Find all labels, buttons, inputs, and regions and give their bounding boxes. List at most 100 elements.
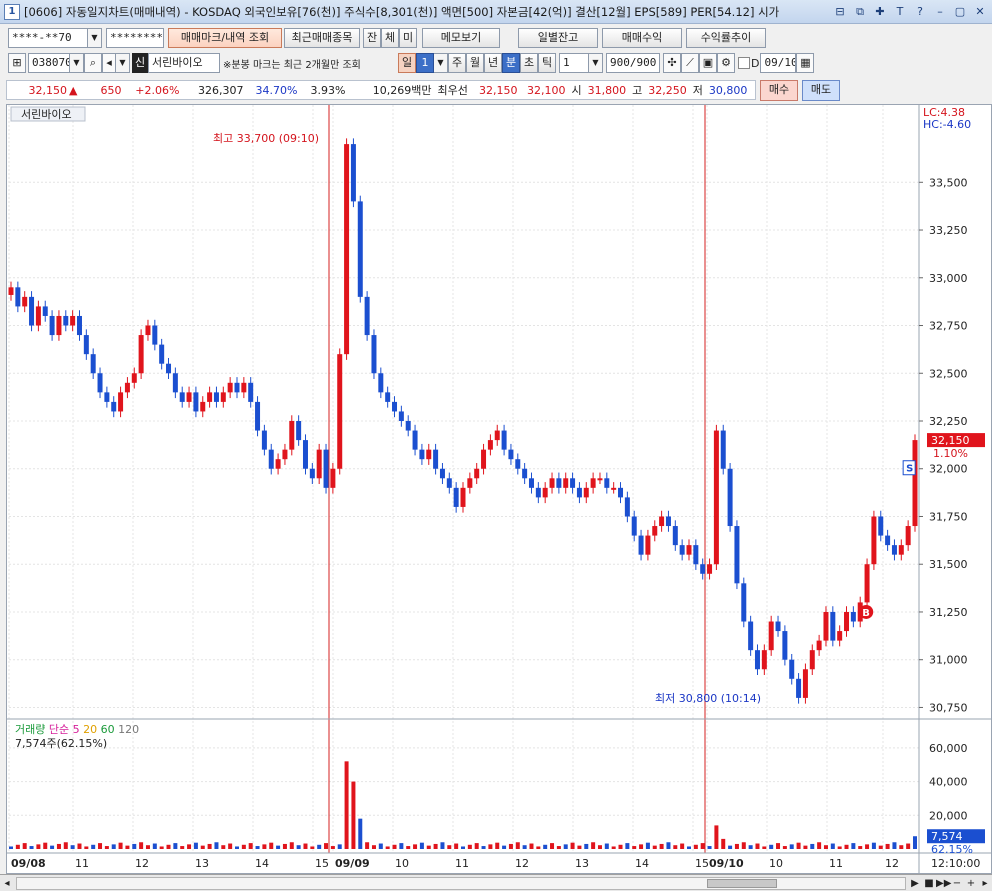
settings-gear-icon[interactable]: ⚙ bbox=[717, 53, 735, 73]
scroll-thumb[interactable] bbox=[707, 878, 777, 888]
price-tick-label: 33,500 bbox=[929, 176, 968, 189]
scroll-left-icon[interactable]: ◂ bbox=[0, 878, 14, 889]
candle-body bbox=[419, 449, 425, 460]
volume-bar bbox=[91, 844, 96, 849]
stop-icon[interactable]: ■ bbox=[922, 878, 936, 889]
volume-bar bbox=[522, 845, 527, 849]
up-arrow-icon: ▲ bbox=[69, 83, 78, 97]
period-month-button[interactable]: 월 bbox=[466, 53, 484, 73]
pin-icon[interactable]: ✚ bbox=[872, 4, 888, 20]
period-tick-button[interactable]: 틱 bbox=[538, 53, 556, 73]
line-tool-icon[interactable]: ⟋ bbox=[681, 53, 699, 73]
volume-bar bbox=[611, 846, 616, 849]
stock-search-icon[interactable]: ⊞ bbox=[8, 53, 26, 73]
crosshair-icon[interactable]: ✣ bbox=[663, 53, 681, 73]
candle-body bbox=[248, 382, 254, 402]
price-chart-svg[interactable]: 거래량 단순 5 20 60 1207,574주(62.15%) 33,5003… bbox=[7, 105, 991, 873]
volume-bar bbox=[22, 843, 27, 849]
minimize-icon[interactable]: – bbox=[932, 4, 948, 20]
unfilled-button[interactable]: 미 bbox=[399, 28, 417, 48]
speaker-icon[interactable]: ◂ bbox=[102, 53, 116, 73]
period-dropdown-icon[interactable]: ▼ bbox=[434, 53, 448, 73]
candle-body bbox=[179, 392, 185, 402]
magnifier-icon[interactable]: ⌕ bbox=[84, 53, 102, 73]
candle-body bbox=[309, 468, 315, 479]
volume-bar bbox=[303, 843, 308, 849]
candle-body bbox=[289, 421, 295, 450]
volume-bar bbox=[830, 843, 835, 849]
buy-marker-label: B bbox=[862, 608, 870, 619]
period-year-button[interactable]: 년 bbox=[484, 53, 502, 73]
scroll-track[interactable] bbox=[16, 876, 906, 890]
text-icon[interactable]: T bbox=[892, 4, 908, 20]
volume-bar bbox=[467, 844, 472, 849]
chart-area[interactable]: 거래량 단순 5 20 60 120 7,574주(62.15%) 33,500 3… bbox=[6, 104, 992, 874]
account-dropdown-icon[interactable]: ▼ bbox=[88, 28, 102, 48]
volume-bar bbox=[550, 843, 555, 849]
volume-bar bbox=[844, 844, 849, 849]
volume-bar bbox=[604, 843, 609, 849]
candle-body bbox=[672, 526, 678, 546]
volume-bar bbox=[166, 844, 171, 849]
volume-bar bbox=[378, 843, 383, 849]
volume-bar bbox=[796, 842, 801, 849]
speaker-dropdown-icon[interactable]: ▼ bbox=[116, 53, 130, 73]
candle-body bbox=[611, 487, 617, 490]
price-tick-label: 33,000 bbox=[929, 272, 968, 285]
calendar-icon[interactable]: ▦ bbox=[796, 53, 815, 73]
layout-icon[interactable]: ⊟ bbox=[832, 4, 848, 20]
scroll-right-icon[interactable]: ▸ bbox=[978, 878, 992, 889]
chart-scrollbar[interactable]: ◂ ▶ ■ ▶▶ − + ▸ bbox=[0, 874, 992, 891]
volume-bar bbox=[454, 843, 459, 849]
volume-bar bbox=[495, 842, 500, 849]
volume-bar bbox=[207, 843, 212, 849]
period-minute-button[interactable]: 분 bbox=[502, 53, 520, 73]
zoom-in-icon[interactable]: + bbox=[964, 878, 978, 889]
restore-icon[interactable]: ⧉ bbox=[852, 4, 868, 20]
candle-body bbox=[761, 650, 767, 670]
volume-bar bbox=[317, 844, 322, 849]
password-input[interactable]: ******** bbox=[106, 28, 164, 48]
candle-body bbox=[474, 468, 480, 479]
price-change: 650 bbox=[100, 83, 122, 97]
interval-dropdown-icon[interactable]: ▼ bbox=[589, 53, 603, 73]
trade-profit-button[interactable]: 매매수익 bbox=[602, 28, 682, 48]
interval-input[interactable]: 1 bbox=[559, 53, 589, 73]
fast-forward-icon[interactable]: ▶▶ bbox=[936, 878, 951, 889]
buy-button[interactable]: 매수 bbox=[760, 80, 798, 101]
volume-bar bbox=[858, 846, 863, 849]
play-icon[interactable]: ▶ bbox=[908, 878, 922, 889]
filled-button[interactable]: 체 bbox=[381, 28, 399, 48]
return-trend-button[interactable]: 수익률추이 bbox=[686, 28, 766, 48]
data-count-input[interactable]: 900/900 bbox=[606, 53, 660, 73]
sell-button[interactable]: 매도 bbox=[802, 80, 840, 101]
memo-button[interactable]: 메모보기 bbox=[422, 28, 500, 48]
candle-body bbox=[364, 296, 370, 336]
period-week-button[interactable]: 주 bbox=[448, 53, 466, 73]
date-input[interactable]: 09/10 bbox=[760, 53, 797, 73]
mark-query-button[interactable]: 매매마크/내역 조회 bbox=[168, 28, 282, 48]
help-icon[interactable]: ? bbox=[912, 4, 928, 20]
account-input[interactable]: ****-**70 bbox=[8, 28, 88, 48]
stock-code-dropdown-icon[interactable]: ▼ bbox=[70, 53, 84, 73]
volume-bar bbox=[228, 843, 233, 849]
candle-body bbox=[255, 401, 261, 431]
zoom-out-icon[interactable]: − bbox=[950, 878, 964, 889]
period-day-button[interactable]: 일 bbox=[398, 53, 416, 73]
volume-bar bbox=[365, 842, 370, 849]
candle-body bbox=[481, 449, 487, 469]
period-second-button[interactable]: 초 bbox=[520, 53, 538, 73]
recent-trade-button[interactable]: 최근매매종목 bbox=[284, 28, 360, 48]
daily-balance-button[interactable]: 일별잔고 bbox=[518, 28, 598, 48]
period-value[interactable]: 1 bbox=[416, 53, 434, 73]
volume-tick-label: 60,000 bbox=[929, 742, 968, 755]
candle-body bbox=[727, 468, 733, 527]
candle-body bbox=[15, 287, 21, 307]
balance-button[interactable]: 잔 bbox=[363, 28, 381, 48]
maximize-icon[interactable]: ▢ bbox=[952, 4, 968, 20]
date-checkbox[interactable] bbox=[738, 57, 750, 69]
save-icon[interactable]: ▣ bbox=[699, 53, 717, 73]
close-icon[interactable]: ✕ bbox=[972, 4, 988, 20]
stock-code-input[interactable]: 038070 bbox=[28, 53, 70, 73]
candle-body bbox=[220, 392, 226, 402]
